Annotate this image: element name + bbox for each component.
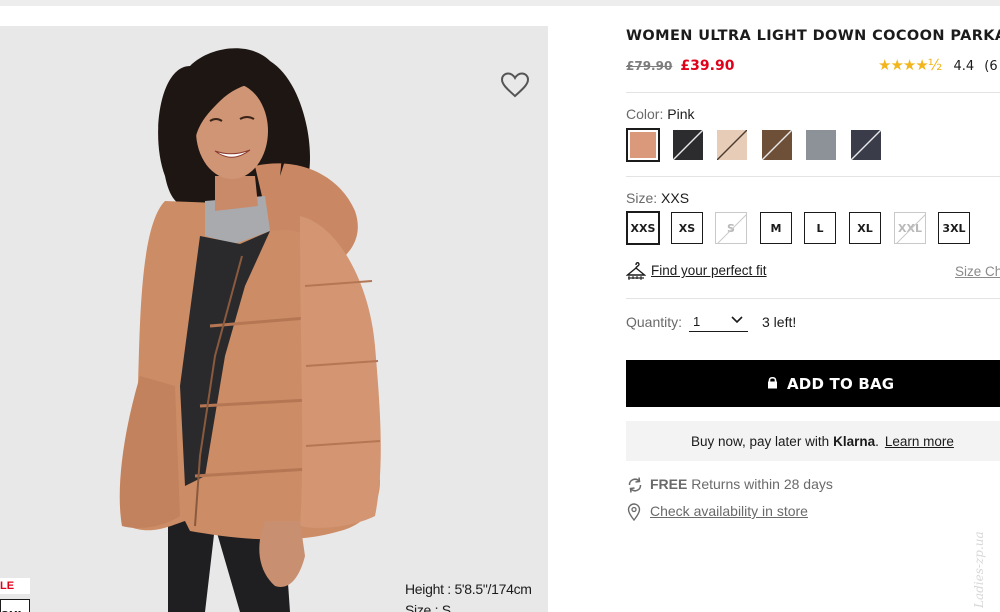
product-image: LE 3XL Height : 5'8.5"/174cm Size : S: [0, 26, 548, 612]
size-label: Size:: [626, 190, 658, 206]
quantity-label: Quantity:: [626, 314, 683, 330]
color-swatch-navy[interactable]: [849, 128, 883, 162]
hanger-icon: [626, 261, 646, 280]
divider: [626, 298, 1000, 299]
size-option-label: XL: [857, 221, 873, 235]
size-option-3xl[interactable]: 3XL: [938, 212, 970, 244]
klarna-text: Buy now, pay later with: [691, 433, 830, 449]
add-to-bag-label: ADD TO BAG: [787, 374, 895, 393]
add-to-bag-button[interactable]: ADD TO BAG: [626, 360, 1000, 407]
watermark: Ladies-zp.ua: [972, 531, 986, 608]
stock-remaining: 3 left!: [762, 314, 797, 330]
quantity-row: Quantity: 1 3 left!: [626, 314, 1000, 336]
unavailable-slash-icon: [717, 214, 746, 243]
returns-info: FREE Returns within 28 days: [626, 476, 833, 494]
size-option-xxl[interactable]: XXL: [894, 212, 926, 244]
size-option-xxs[interactable]: XXS: [626, 211, 660, 245]
product-title: WOMEN ULTRA LIGHT DOWN COCOON PARKA: [626, 28, 1000, 44]
divider: [626, 92, 1000, 93]
color-chip: [630, 132, 656, 158]
sale-badge: LE: [0, 578, 30, 594]
size-option-label: M: [770, 221, 782, 235]
size-label-row: Size: XXS: [626, 190, 689, 206]
size-chart-link[interactable]: Size Ch: [955, 264, 1000, 279]
color-swatch-grey[interactable]: [804, 128, 838, 162]
divider: [626, 176, 1000, 177]
chevron-down-icon: [731, 316, 743, 324]
klarna-brand: Klarna: [833, 433, 876, 449]
size-option-label: 3XL: [942, 221, 966, 235]
color-chip: [851, 130, 881, 160]
color-swatch-pink[interactable]: [626, 128, 660, 162]
size-option-s[interactable]: S: [715, 212, 747, 244]
returns-text: Returns within 28 days: [691, 476, 833, 492]
color-swatch-black[interactable]: [671, 128, 705, 162]
quantity-select[interactable]: 1: [689, 314, 748, 332]
color-label: Color:: [626, 106, 664, 122]
store-availability: Check availability in store: [626, 503, 808, 521]
learn-more-link[interactable]: Learn more: [885, 434, 954, 449]
product-details-panel: WOMEN ULTRA LIGHT DOWN COCOON PARKA £79.…: [626, 26, 1000, 521]
unavailable-slash-icon: [896, 214, 925, 243]
return-arrows-icon: [628, 477, 642, 493]
rating-value: 4.4: [953, 59, 975, 74]
size-option-xl[interactable]: XL: [849, 212, 881, 244]
color-chip: [762, 130, 792, 160]
lock-icon: [767, 375, 778, 393]
size-option-label: L: [816, 221, 824, 235]
color-chip: [673, 130, 703, 160]
size-option-l[interactable]: L: [804, 212, 836, 244]
unavailable-slash-icon: [673, 130, 703, 160]
sale-price: £39.90: [680, 58, 735, 74]
size-selected: XXS: [661, 190, 690, 206]
unavailable-slash-icon: [851, 130, 881, 160]
heart-icon[interactable]: [500, 71, 530, 99]
returns-free: FREE: [650, 476, 688, 492]
color-swatch-beige[interactable]: [715, 128, 749, 162]
unavailable-slash-icon: [717, 130, 747, 160]
klarna-dot: .: [875, 433, 879, 449]
model-info: Height : 5'8.5"/174cm Size : S: [405, 579, 532, 612]
find-fit-link[interactable]: Find your perfect fit: [651, 263, 767, 278]
klarna-banner: Buy now, pay later with Klarna. Learn mo…: [626, 421, 1000, 461]
color-selected: Pink: [667, 106, 695, 122]
unavailable-slash-icon: [762, 130, 792, 160]
color-label-row: Color: Pink: [626, 106, 694, 122]
color-swatch-brown[interactable]: [760, 128, 794, 162]
rating[interactable]: ★★★★½ 4.4 (6: [878, 56, 998, 74]
size-option-xs[interactable]: XS: [671, 212, 703, 244]
size-option-label: XXS: [630, 221, 656, 235]
model-size: Size : S: [405, 602, 451, 612]
location-pin-icon: [627, 503, 641, 521]
fit-row: Find your perfect fit Size Ch: [626, 259, 1000, 283]
size-option-m[interactable]: M: [760, 212, 792, 244]
color-chip: [717, 130, 747, 160]
color-chip: [806, 130, 836, 160]
review-count: (6: [984, 59, 998, 74]
check-availability-link[interactable]: Check availability in store: [650, 503, 808, 519]
top-bar: [0, 0, 1000, 6]
price-row: £79.90 £39.90 ★★★★½ 4.4 (6: [626, 55, 1000, 74]
size-option-label: XS: [678, 221, 696, 235]
rating-stars-icon: ★★★★½: [878, 56, 942, 74]
original-price: £79.90: [626, 59, 673, 73]
size-range-badge: 3XL: [0, 599, 30, 612]
quantity-value: 1: [693, 314, 701, 329]
model-height: Height : 5'8.5"/174cm: [405, 581, 532, 597]
model-photo: [0, 26, 548, 612]
